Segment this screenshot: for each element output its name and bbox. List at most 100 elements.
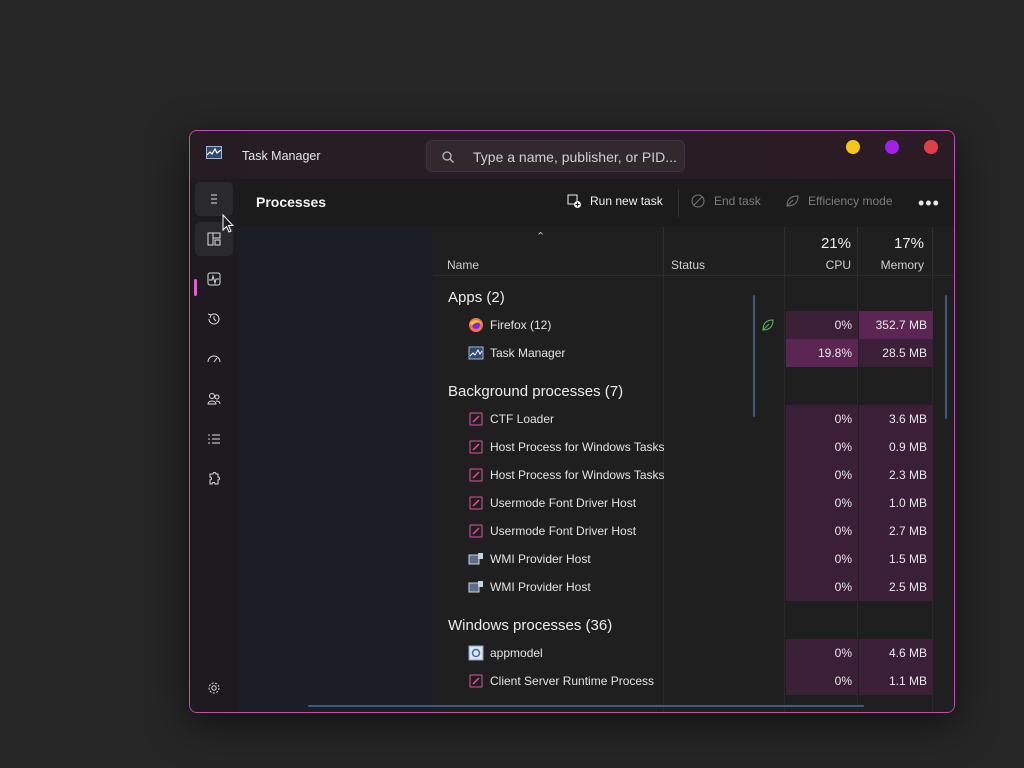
column-divider [663,227,664,276]
run-task-icon [567,194,581,208]
blank-pane [238,227,433,712]
sidebar-item-app-history[interactable] [195,302,233,336]
title-bar[interactable]: Task Manager Type a name, publisher, or … [190,131,954,179]
performance-icon [207,272,221,286]
hamburger-menu-button[interactable] [195,182,233,216]
minimize-button[interactable] [846,140,860,154]
sidebar-item-settings[interactable] [195,671,233,705]
process-memory: 0.9 MB [859,433,933,461]
table-row[interactable]: Firefox (12) 0% 352.7 MB [433,311,954,339]
efficiency-mode-label: Efficiency mode [808,194,893,208]
window-title: Task Manager [242,149,321,163]
table-row[interactable]: Task Manager 19.8% 28.5 MB [433,339,954,367]
table-row[interactable]: WMI Provider Host 0% 2.5 MB [433,573,954,601]
edit-icon [469,496,483,510]
run-new-task-label: Run new task [590,194,663,208]
gear-icon [208,682,220,694]
process-cpu: 0% [786,461,858,489]
process-memory: 3.6 MB [859,405,933,433]
process-table: ⌃ Name Status 21% CPU 17% Memory Apps (2… [433,227,954,712]
process-name: Usermode Font Driver Host [490,524,637,538]
table-header: ⌃ Name Status 21% CPU 17% Memory [433,227,954,276]
wmi-icon [468,553,483,565]
process-memory: 1.1 MB [859,667,933,695]
wmi-icon [468,581,483,593]
process-cpu: 0% [786,517,858,545]
process-cpu: 19.8% [786,339,858,367]
process-name: Host Process for Windows Tasks [490,468,665,482]
maximize-button[interactable] [885,140,899,154]
process-memory: 2.7 MB [859,517,933,545]
puzzle-icon [209,472,220,485]
sidebar-item-startup-apps[interactable] [195,342,233,376]
users-icon [207,393,221,405]
run-new-task-button[interactable]: Run new task [566,193,663,209]
toolbar: Processes Run new task End task Efficien… [238,179,954,227]
column-memory[interactable]: Memory [863,258,924,272]
efficiency-mode-button[interactable]: Efficiency mode [784,193,893,209]
mouse-cursor-icon [222,214,234,233]
process-cpu: 0% [786,667,858,695]
process-name: appmodel [490,646,543,660]
firefox-icon [469,318,483,332]
search-input[interactable]: Type a name, publisher, or PID... [473,149,677,165]
toolbar-divider [678,189,679,217]
table-row[interactable]: Host Process for Windows Tasks 0% 0.9 MB [433,433,954,461]
process-cpu: 0% [786,405,858,433]
process-cpu: 0% [786,489,858,517]
edit-icon [469,524,483,538]
sidebar-item-users[interactable] [195,382,233,416]
column-name[interactable]: Name [447,258,479,272]
efficiency-leaf-icon [762,319,774,331]
sidebar-item-performance[interactable] [195,262,233,296]
task-manager-icon [206,146,222,159]
table-row[interactable]: Host Process for Windows Tasks 0% 2.3 MB [433,461,954,489]
column-status[interactable]: Status [671,258,705,272]
end-task-button[interactable]: End task [690,193,761,209]
horizontal-scrollbar[interactable] [308,705,864,707]
cpu-total[interactable]: 21% [793,235,851,252]
process-name: WMI Provider Host [490,552,591,566]
leaf-icon [786,195,799,207]
process-cpu: 0% [786,639,858,667]
group-header-background[interactable]: Background processes (7) [448,383,623,400]
process-cpu: 0% [786,545,858,573]
speedometer-icon [207,355,221,363]
process-memory: 28.5 MB [859,339,933,367]
processes-icon [207,232,221,246]
column-divider [784,227,785,276]
sort-up-icon[interactable]: ⌃ [536,230,545,243]
column-cpu[interactable]: CPU [793,258,851,272]
process-cpu: 0% [786,573,858,601]
process-memory: 1.0 MB [859,489,933,517]
memory-total[interactable]: 17% [863,235,924,252]
group-header-windows[interactable]: Windows processes (36) [448,617,612,634]
more-options-button[interactable]: ••• [918,193,940,214]
group-header-apps[interactable]: Apps (2) [448,289,505,306]
search-box[interactable]: Type a name, publisher, or PID... [426,140,685,172]
table-row[interactable]: Client Server Runtime Process 0% 1.1 MB [433,667,954,695]
end-task-label: End task [714,194,761,208]
process-cpu: 0% [786,433,858,461]
vertical-scrollbar[interactable] [945,295,947,419]
status-scrollbar[interactable] [753,295,755,417]
table-row[interactable]: WMI Provider Host 0% 1.5 MB [433,545,954,573]
table-row[interactable]: Usermode Font Driver Host 0% 2.7 MB [433,517,954,545]
process-memory: 352.7 MB [859,311,933,339]
table-row[interactable]: appmodel 0% 4.6 MB [433,639,954,667]
process-cpu: 0% [786,311,858,339]
edit-icon [469,412,483,426]
column-divider [857,227,858,276]
process-name: CTF Loader [490,412,555,426]
task-manager-icon [468,346,484,360]
sidebar-item-details[interactable] [195,422,233,456]
edit-icon [469,674,483,688]
process-name: Host Process for Windows Tasks [490,440,665,454]
close-button[interactable] [924,140,938,154]
sidebar [190,179,238,712]
sidebar-item-services[interactable] [195,462,233,496]
table-row[interactable]: Usermode Font Driver Host 0% 1.0 MB [433,489,954,517]
table-row[interactable]: CTF Loader 0% 3.6 MB [433,405,954,433]
history-icon [207,313,220,325]
page-title: Processes [256,194,327,210]
